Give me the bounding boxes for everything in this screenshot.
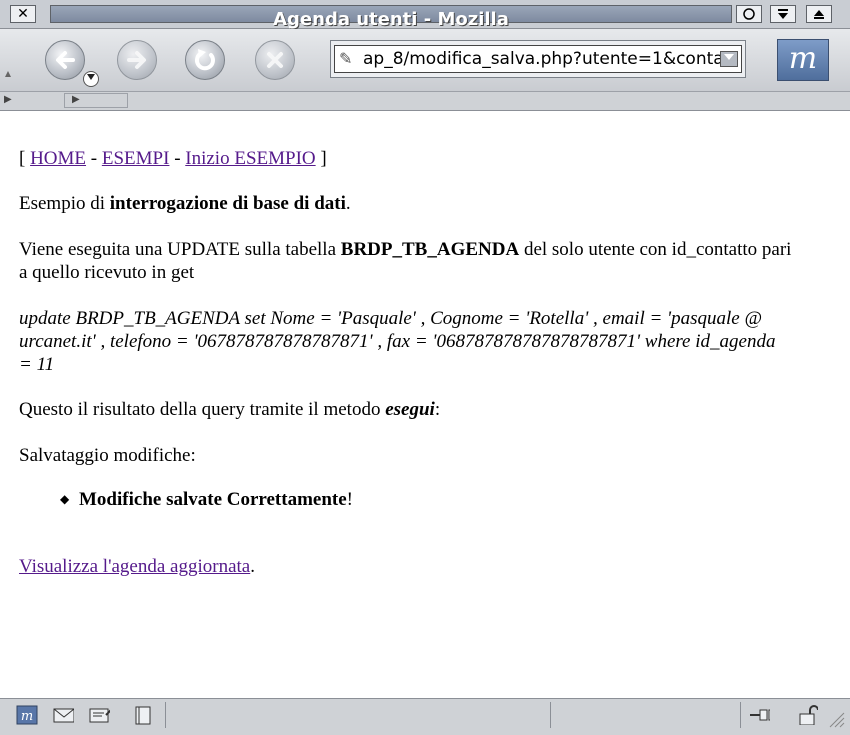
- window-title: Agenda utenti - Mozilla: [273, 9, 509, 30]
- separator-text: -: [169, 148, 186, 169]
- circle-icon: [743, 8, 755, 20]
- sql-query: update BRDP_TB_AGENDA set Nome = 'Pasqua…: [19, 308, 776, 375]
- inizio-esempio-link[interactable]: Inizio ESEMPIO: [185, 148, 315, 169]
- unlocked-icon[interactable]: [796, 705, 818, 725]
- forward-arrow-icon: [127, 51, 146, 69]
- close-window-button[interactable]: ✕: [10, 5, 36, 23]
- save-label: Salvataggio modifiche:: [19, 445, 196, 466]
- table-name: BRDP_TB_AGENDA: [340, 239, 520, 260]
- svg-text:m: m: [21, 709, 33, 724]
- stop-button[interactable]: [255, 40, 295, 80]
- reload-icon: [194, 49, 215, 71]
- nav-links: [ HOME - ESEMPI - Inizio ESEMPIO ]: [19, 147, 799, 170]
- method-name: esegui: [385, 399, 435, 420]
- back-history-dropdown[interactable]: [83, 71, 99, 87]
- intro-period: .: [345, 193, 351, 214]
- navigator-icon[interactable]: m: [16, 705, 38, 725]
- back-arrow-icon: [56, 51, 75, 69]
- arrow-down-icon: [778, 9, 788, 19]
- arrow-up-icon: [814, 10, 824, 19]
- chevron-down-icon: [87, 74, 95, 80]
- status-divider: [550, 702, 551, 728]
- toolbar-slot: [64, 93, 128, 108]
- composer-icon[interactable]: [88, 705, 110, 725]
- bracket-text: [: [19, 148, 26, 169]
- exclamation: !: [346, 489, 353, 510]
- intro-text: Esempio di: [19, 193, 110, 214]
- bullet-icon: ◆: [60, 492, 70, 506]
- toolbar-grip-icon[interactable]: [4, 37, 12, 85]
- page-proxy-icon[interactable]: ✎: [339, 49, 352, 68]
- intro-bold-text: interrogazione di base di dati: [109, 193, 346, 214]
- title-strip[interactable]: Agenda utenti - Mozilla: [50, 5, 732, 30]
- url-bar: ✎ ap_8/modifica_salva.php?utente=1&conta: [330, 40, 746, 78]
- status-divider: [165, 702, 166, 728]
- reload-button[interactable]: [185, 40, 225, 80]
- chevron-down-icon: [724, 54, 734, 60]
- mozilla-logo[interactable]: m: [777, 39, 829, 81]
- url-dropdown-button[interactable]: [720, 51, 738, 67]
- result-text: Questo il risultato della query tramite …: [19, 399, 386, 420]
- esempi-link[interactable]: ESEMPI: [102, 148, 170, 169]
- triangle-right-icon[interactable]: ▶: [4, 94, 12, 105]
- save-result: Modifiche salvate Correttamente!: [79, 488, 779, 511]
- back-button[interactable]: [45, 40, 85, 80]
- stop-icon: [267, 52, 283, 68]
- status-divider: [740, 702, 741, 728]
- description-paragraph: Viene eseguita una UPDATE sulla tabella …: [19, 238, 799, 284]
- status-bar: m: [0, 698, 850, 735]
- close-icon: ✕: [17, 6, 29, 22]
- save-result-bold: Modifiche salvate Correttamente: [79, 489, 347, 510]
- navigation-toolbar: ✎ ap_8/modifica_salva.php?utente=1&conta…: [0, 29, 850, 92]
- result-colon: :: [434, 399, 441, 420]
- url-input[interactable]: ✎ ap_8/modifica_salva.php?utente=1&conta: [334, 45, 742, 73]
- intro-paragraph: Esempio di interrogazione di base di dat…: [19, 192, 799, 215]
- url-text: ap_8/modifica_salva.php?utente=1&conta: [363, 49, 724, 69]
- bracket-text: ]: [315, 148, 327, 169]
- page-content: [ HOME - ESEMPI - Inizio ESEMPIO ] Esemp…: [0, 111, 850, 698]
- logo-text: m: [788, 41, 818, 76]
- menu-button[interactable]: [770, 5, 796, 23]
- mail-icon[interactable]: [52, 705, 74, 725]
- resize-grip-icon[interactable]: [826, 709, 848, 729]
- online-status-icon[interactable]: [748, 705, 770, 725]
- result-paragraph: Questo il risultato della query tramite …: [19, 398, 799, 421]
- maximize-button[interactable]: [806, 5, 832, 23]
- window-titlebar: ✕ Agenda utenti - Mozilla: [0, 0, 850, 30]
- view-agenda-link[interactable]: Visualizza l'agenda aggiornata: [19, 556, 250, 577]
- address-book-icon[interactable]: [132, 705, 154, 725]
- forward-button[interactable]: [117, 40, 157, 80]
- period: .: [250, 556, 255, 577]
- personal-toolbar: ▶ ▶: [0, 92, 850, 111]
- desc-text: Viene eseguita una UPDATE sulla tabella: [19, 239, 341, 260]
- minimize-button[interactable]: [736, 5, 762, 23]
- view-paragraph: Visualizza l'agenda aggiornata.: [19, 555, 799, 578]
- separator-text: -: [86, 148, 102, 169]
- home-link[interactable]: HOME: [30, 148, 86, 169]
